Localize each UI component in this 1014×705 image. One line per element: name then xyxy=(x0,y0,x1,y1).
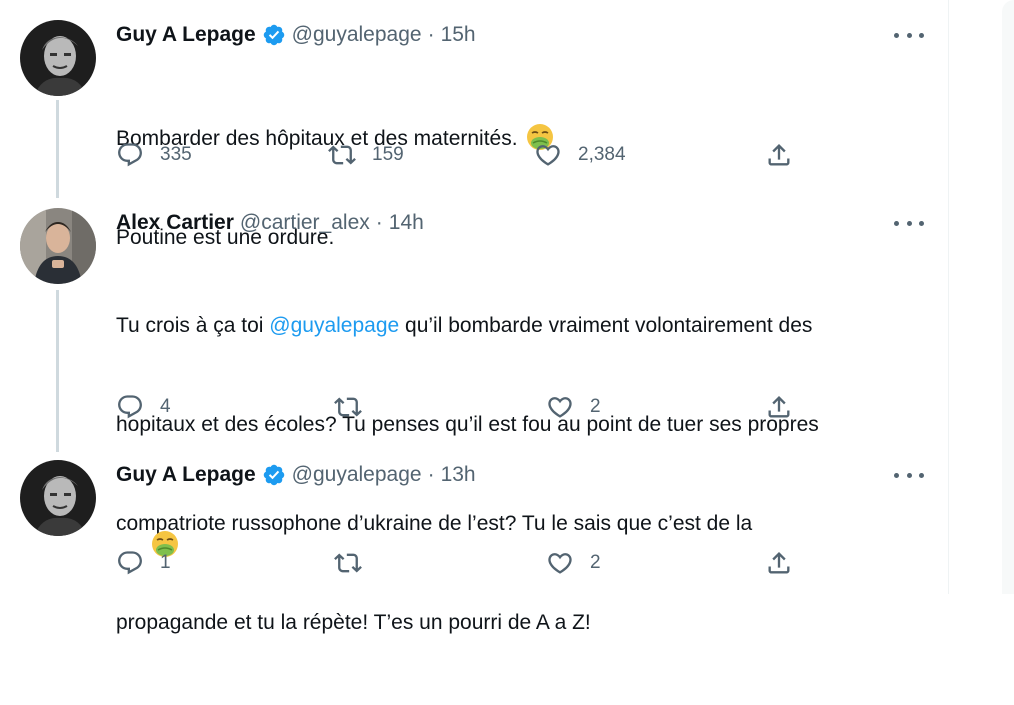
tweet-text-line: propagande et tu la répète! T’es un pour… xyxy=(116,611,591,634)
reply-count: 1 xyxy=(160,552,171,573)
tweet-text-segment: Tu crois à ça toi xyxy=(116,314,270,337)
reply-count: 4 xyxy=(160,396,171,417)
reply-button[interactable]: 335 xyxy=(116,140,192,170)
share-button[interactable] xyxy=(765,140,793,170)
timestamp[interactable]: 14h xyxy=(389,211,424,235)
verified-badge-icon xyxy=(262,463,286,487)
tweet-actions: 335 159 2,384 xyxy=(116,140,816,170)
avatar-photo-guy xyxy=(20,460,96,536)
share-button[interactable] xyxy=(765,392,793,422)
share-icon xyxy=(768,552,790,574)
retweet-icon xyxy=(334,397,362,417)
heart-icon xyxy=(548,553,572,574)
share-icon xyxy=(768,396,790,418)
author-handle[interactable]: @cartier_alex xyxy=(240,211,370,235)
reply-icon xyxy=(118,395,142,419)
like-count: 2 xyxy=(590,396,601,417)
thread-connector xyxy=(56,290,59,452)
tweet-text xyxy=(116,496,916,595)
avatar[interactable] xyxy=(20,20,96,96)
author-name[interactable]: Alex Cartier xyxy=(116,211,234,235)
timestamp[interactable]: 13h xyxy=(441,463,476,487)
share-icon xyxy=(768,144,790,166)
tweet-actions: 1 2 xyxy=(116,548,816,578)
retweet-icon xyxy=(328,145,356,165)
tweet-actions: 4 2 xyxy=(116,392,816,422)
retweet-button[interactable] xyxy=(334,548,362,578)
author-handle[interactable]: @guyalepage xyxy=(292,463,422,487)
tweet-thread: Guy A Lepage @guyalepage · 15h Bombarder… xyxy=(0,0,948,634)
avatar-photo-alex xyxy=(20,208,96,284)
like-button[interactable]: 2,384 xyxy=(534,140,626,170)
timestamp[interactable]: 15h xyxy=(441,23,476,47)
avatar-photo-guy xyxy=(20,20,96,96)
avatar[interactable] xyxy=(20,208,96,284)
sidebar-card xyxy=(1002,0,1014,594)
retweet-count: 159 xyxy=(372,144,404,165)
separator-dot: · xyxy=(427,463,435,486)
tweet-header: Guy A Lepage @guyalepage · 13h xyxy=(116,462,476,488)
retweet-button[interactable] xyxy=(334,392,362,422)
reply-icon xyxy=(118,143,142,167)
like-count: 2,384 xyxy=(578,144,626,165)
share-button[interactable] xyxy=(765,548,793,578)
like-button[interactable]: 2 xyxy=(546,548,601,578)
heart-icon xyxy=(536,145,560,166)
mention-link[interactable]: @guyalepage xyxy=(269,314,399,337)
tweet-header: Guy A Lepage @guyalepage · 15h xyxy=(116,22,476,48)
reply-count: 335 xyxy=(160,144,192,165)
sidebar-edge xyxy=(949,0,1014,594)
tweet-header: Alex Cartier @cartier_alex · 14h xyxy=(116,210,424,236)
author-handle[interactable]: @guyalepage xyxy=(292,23,422,47)
more-options-icon[interactable] xyxy=(894,25,924,45)
thread-connector xyxy=(56,100,59,198)
verified-badge-icon xyxy=(262,23,286,47)
separator-dot: · xyxy=(375,211,383,234)
reply-button[interactable]: 4 xyxy=(116,392,171,422)
reply-button[interactable]: 1 xyxy=(116,548,171,578)
retweet-icon xyxy=(334,553,362,573)
heart-icon xyxy=(548,397,572,418)
author-name[interactable]: Guy A Lepage xyxy=(116,463,256,487)
separator-dot: · xyxy=(427,23,435,46)
author-name[interactable]: Guy A Lepage xyxy=(116,23,256,47)
retweet-button[interactable]: 159 xyxy=(328,140,404,170)
more-options-icon[interactable] xyxy=(894,465,924,485)
like-count: 2 xyxy=(590,552,601,573)
tweet-text-segment: qu’il bombarde vraiment volontairement d… xyxy=(399,314,813,337)
reply-icon xyxy=(118,551,142,575)
more-options-icon[interactable] xyxy=(894,213,924,233)
like-button[interactable]: 2 xyxy=(546,392,601,422)
avatar[interactable] xyxy=(20,460,96,536)
